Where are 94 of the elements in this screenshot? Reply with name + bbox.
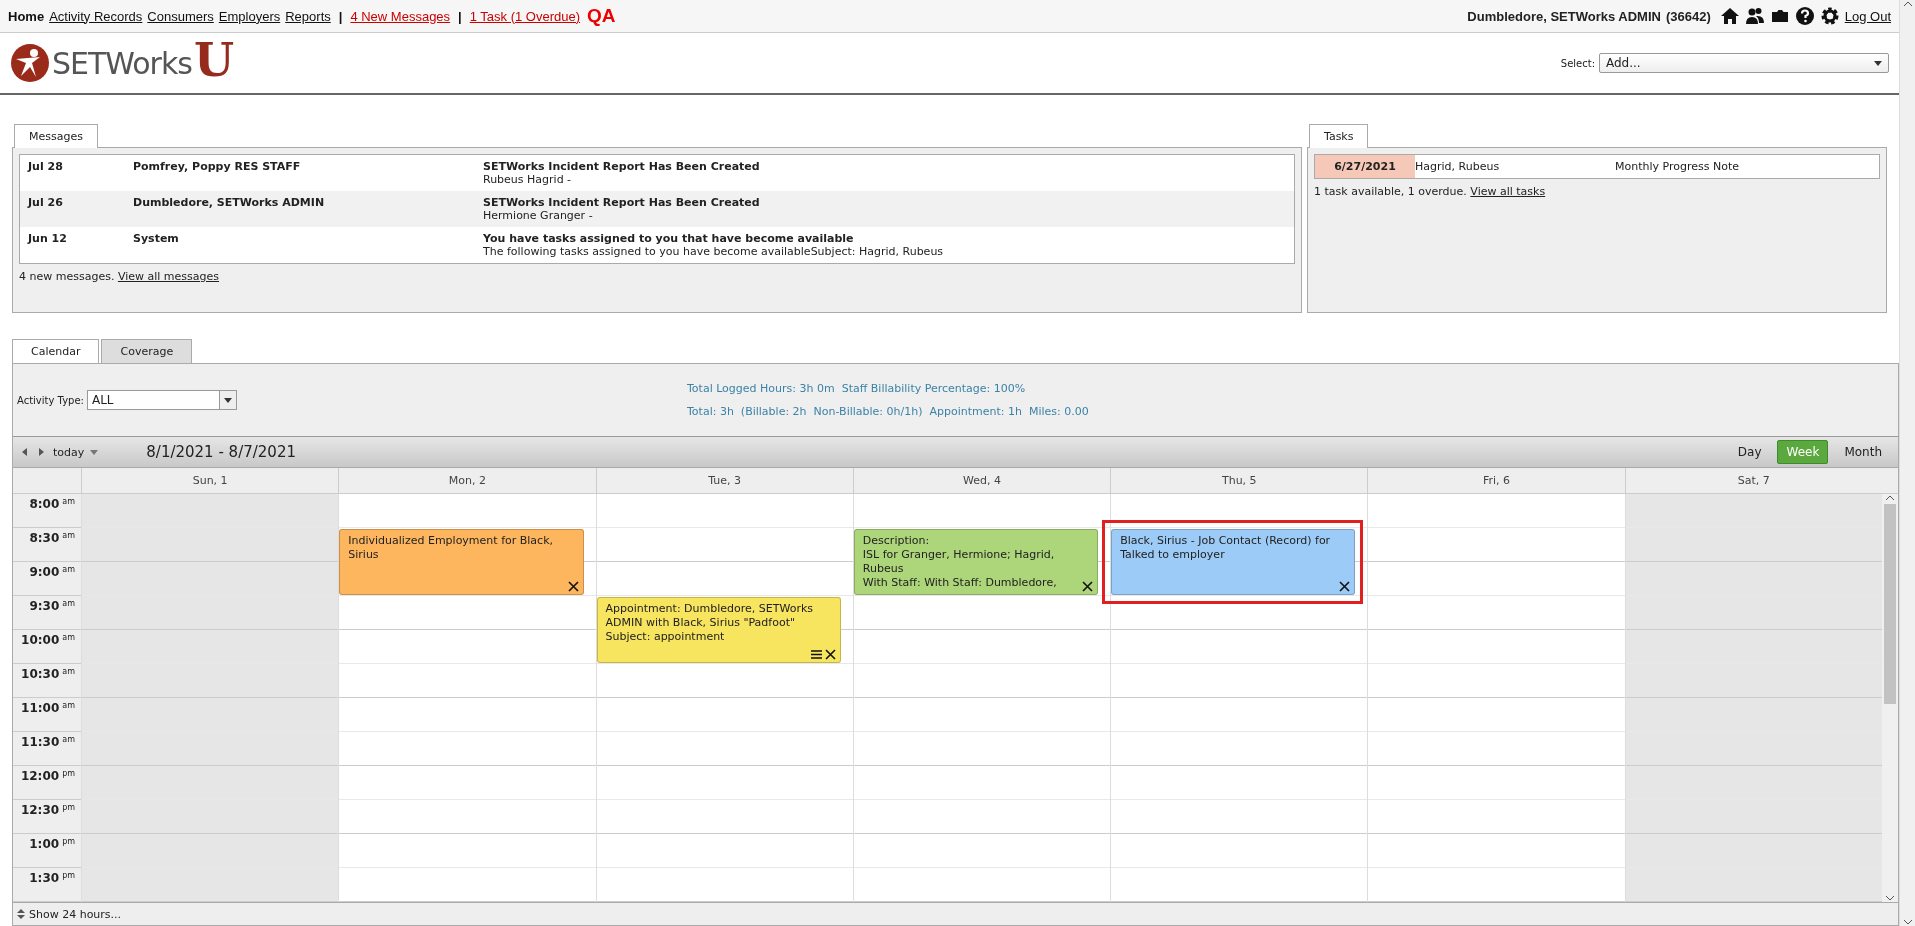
previous-icon[interactable]	[21, 447, 29, 457]
day-header: Tue, 3	[595, 468, 853, 493]
message-date: Jul 26	[28, 196, 64, 211]
time-label: 10:00 $^{am}$	[13, 630, 81, 664]
nav-link[interactable]: Employers	[218, 8, 281, 24]
logo-icon	[10, 43, 50, 83]
close-icon[interactable]	[1082, 581, 1094, 592]
activity-type-select[interactable]: ALL	[86, 390, 237, 410]
task-name: Hagrid, Rubeus	[1415, 160, 1501, 173]
day-header: Fri, 6	[1367, 468, 1625, 493]
menu-icon[interactable]	[810, 649, 822, 660]
scrollbar[interactable]	[1882, 494, 1898, 902]
day-header: Sun, 1	[81, 468, 339, 493]
message-subject: SETWorks Incident Report Has Been Created	[483, 196, 761, 209]
calendar-event[interactable]: Individualized Employment for Black, Sirius	[339, 529, 584, 595]
close-icon[interactable]	[567, 581, 579, 592]
page-scrollbar[interactable]	[1899, 0, 1915, 926]
scroll-down-icon[interactable]	[1902, 918, 1913, 926]
caret-icon[interactable]	[1874, 60, 1882, 66]
view-button[interactable]: Day	[1729, 441, 1770, 463]
message-date: Jun 12	[28, 232, 68, 247]
time-label: 12:00 $^{pm}$	[13, 766, 81, 800]
calendar-event[interactable]: Black, Sirius - Job Contact (Record) for Talked to employer	[1111, 529, 1356, 595]
nav-separator: |	[337, 8, 344, 24]
next-icon[interactable]	[37, 447, 45, 457]
scroll-down-icon[interactable]	[1885, 894, 1895, 902]
user-id: (36642)	[1665, 8, 1711, 24]
stats-text: Total: 3h (Billable: 2h Non-Billable: 0h/1h) Appointment: 1h Miles: 0.00	[687, 405, 1090, 418]
stats-text: Total Logged Hours: 3h 0m Staff Billability Percentage: 100%	[687, 382, 1027, 395]
time-label: 1:30 $^{pm}$	[13, 868, 81, 902]
time-label: 9:00 $^{am}$	[13, 562, 81, 596]
message-date: Jul 28	[28, 160, 64, 175]
scroll-up-icon[interactable]	[1902, 0, 1913, 8]
nav-separator: |	[457, 8, 463, 24]
calendar-tab[interactable]: Calendar	[12, 339, 100, 363]
environment-label: QA	[587, 5, 616, 27]
caret-icon[interactable]	[223, 397, 232, 403]
message-sender: Dumbledore, SETWorks ADMIN	[133, 196, 326, 211]
time-label: 1:00 $^{pm}$	[13, 834, 81, 868]
logo-mark: U	[193, 37, 235, 83]
people-icon[interactable]	[1744, 6, 1765, 26]
message-sender: Pomfrey, Poppy RES STAFF	[133, 160, 302, 175]
scroll-up-icon[interactable]	[1885, 494, 1895, 502]
tasks-summary: 1 task available, 1 overdue.	[1314, 185, 1467, 198]
nav-link[interactable]: Reports	[285, 8, 331, 24]
show-24-hours-button[interactable]: Show 24 hours...	[13, 902, 1898, 925]
help-icon[interactable]	[1794, 6, 1815, 26]
time-label: 8:00 $^{am}$	[13, 494, 81, 528]
expand-icon	[17, 908, 25, 920]
day-header: Thu, 5	[1110, 468, 1368, 493]
add-select[interactable]: Add...	[1599, 53, 1889, 73]
view-all-tasks-link[interactable]: View all tasks	[1470, 185, 1546, 198]
select-label: Select:	[1560, 57, 1595, 69]
alert-link[interactable]: 4 New Messages	[350, 8, 451, 24]
view-all-messages-link[interactable]: View all messages	[117, 270, 219, 283]
time-label: 12:30 $^{pm}$	[13, 800, 81, 834]
message-subject: SETWorks Incident Report Has Been Created	[483, 160, 761, 173]
view-button[interactable]: Month	[1836, 441, 1890, 463]
scrollbar-thumb[interactable]	[1884, 504, 1896, 704]
message-body: Rubeus Hagrid -	[483, 173, 573, 186]
messages-summary: 4 new messages.	[19, 270, 115, 283]
day-header: Mon, 2	[338, 468, 596, 493]
task-title: Monthly Progress Note	[1615, 160, 1741, 173]
user-name: Dumbledore, SETWorks ADMIN	[1467, 8, 1661, 24]
filter-label: Activity Type:	[17, 394, 84, 406]
logout-link[interactable]: Log Out	[1844, 8, 1891, 24]
message-body: Hermione Granger -	[483, 209, 594, 222]
today-button[interactable]: today	[53, 445, 99, 459]
home-icon[interactable]	[1719, 6, 1740, 26]
nav-link[interactable]: Consumers	[147, 8, 214, 24]
calendar-event[interactable]: Appointment: Dumbledore, SETWorks ADMIN with Black, Sirius "Padfoot" Subject: appointment	[596, 597, 841, 663]
time-label: 10:30 $^{am}$	[13, 664, 81, 698]
logo-text: SETWorks	[52, 45, 192, 81]
day-header: Wed, 4	[852, 468, 1111, 493]
time-label: 11:30 $^{am}$	[13, 732, 81, 766]
settings-icon[interactable]	[1819, 6, 1840, 26]
close-icon[interactable]	[824, 649, 836, 660]
time-label: 8:30 $^{am}$	[13, 528, 81, 562]
message-body: The following tasks assigned to you have become availableSubject: Hagrid, Rubeus	[483, 245, 945, 258]
time-label: 11:00 $^{am}$	[13, 698, 81, 732]
alert-link[interactable]: 1 Task (1 Overdue)	[469, 8, 581, 24]
nav-link[interactable]: Activity Records	[49, 8, 143, 24]
tasks-tab[interactable]: Tasks	[1309, 124, 1369, 148]
calendar-event[interactable]: Description: ISL for Granger, Hermione; Hagrid, Rubeus With Staff: With Staff: Dumbledore,	[853, 529, 1099, 595]
messages-tab[interactable]: Messages	[14, 124, 98, 148]
message-subject: You have tasks assigned to you that have become available	[483, 232, 855, 245]
calendar-tab[interactable]: Coverage	[101, 339, 193, 363]
task-date: 6/27/2021	[1315, 155, 1415, 178]
nav-link[interactable]: Home	[8, 8, 45, 24]
date-range: 8/1/2021 - 8/7/2021	[146, 443, 296, 461]
close-icon[interactable]	[1339, 581, 1351, 592]
day-header: Sat, 7	[1624, 468, 1882, 493]
message-sender: System	[133, 232, 180, 247]
time-label: 9:30 $^{am}$	[13, 596, 81, 630]
